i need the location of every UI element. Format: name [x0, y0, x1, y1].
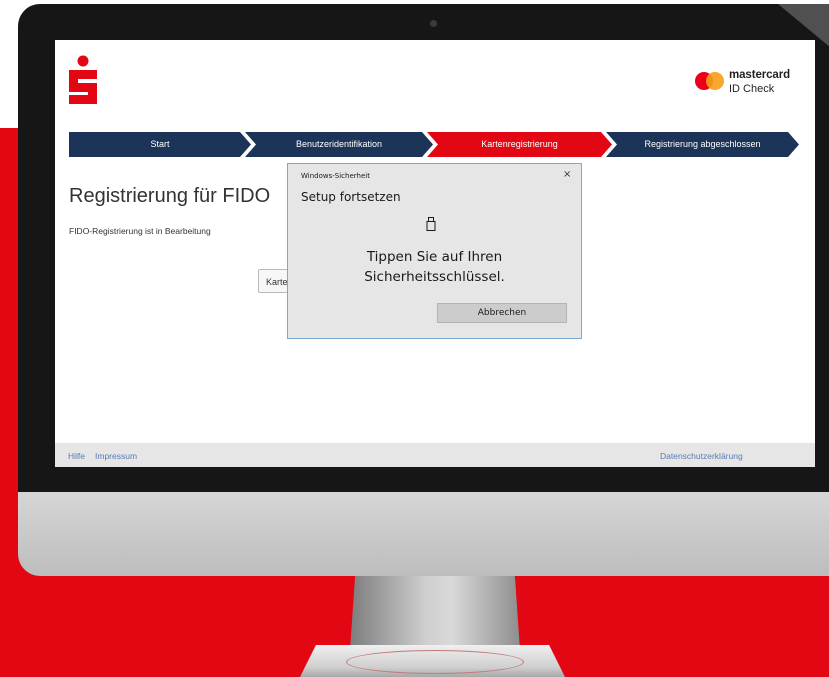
dialog-caption: Windows-Sicherheit: [301, 172, 370, 180]
monitor-base-ring: [346, 650, 524, 674]
cancel-button[interactable]: Abbrechen: [437, 303, 567, 323]
page-title: Registrierung für FIDO: [69, 185, 271, 207]
privacy-link[interactable]: Datenschutzerklärung: [660, 451, 743, 461]
step-label: Start: [150, 139, 170, 149]
id-check-label: ID Check: [729, 83, 775, 95]
page-header: mastercard ID Check: [55, 40, 815, 124]
usb-key-icon: [426, 217, 436, 231]
dialog-message: Tippen Sie auf Ihren Sicherheitsschlüsse…: [288, 247, 581, 287]
step-benutzeridentifikation: Benutzeridentifikation: [245, 132, 433, 157]
mastercard-id-check-logo: mastercard ID Check: [695, 67, 805, 99]
close-icon[interactable]: ×: [563, 169, 571, 180]
status-text: FIDO-Registrierung ist in Bearbeitung: [69, 226, 211, 236]
step-label: Registrierung abgeschlossen: [644, 139, 761, 149]
camera-dot: [430, 20, 437, 27]
windows-security-dialog: Windows-Sicherheit × Setup fortsetzen Ti…: [287, 163, 582, 339]
imprint-link[interactable]: Impressum: [95, 451, 137, 461]
progress-steps: Start Benutzeridentifikation Kartenregis…: [69, 132, 799, 157]
help-link[interactable]: Hilfe: [68, 451, 85, 461]
dialog-message-line: Tippen Sie auf Ihren: [366, 249, 503, 265]
monitor-stand: [350, 576, 520, 650]
mastercard-orange-circle: [706, 72, 724, 90]
step-kartenregistrierung: Kartenregistrierung: [427, 132, 612, 157]
page-footer: Hilfe Impressum Datenschutzerklärung: [55, 443, 815, 467]
step-start: Start: [69, 132, 251, 157]
dialog-message-line: Sicherheitsschlüssel.: [364, 269, 505, 285]
step-registrierung-abgeschlossen: Registrierung abgeschlossen: [606, 132, 799, 157]
dialog-title: Setup fortsetzen: [301, 190, 401, 204]
monitor-chin: [18, 492, 829, 576]
mastercard-wordmark: mastercard: [729, 69, 791, 81]
sparkasse-logo[interactable]: [67, 55, 99, 107]
step-label: Kartenregistrierung: [481, 139, 558, 149]
step-label: Benutzeridentifikation: [295, 139, 383, 149]
